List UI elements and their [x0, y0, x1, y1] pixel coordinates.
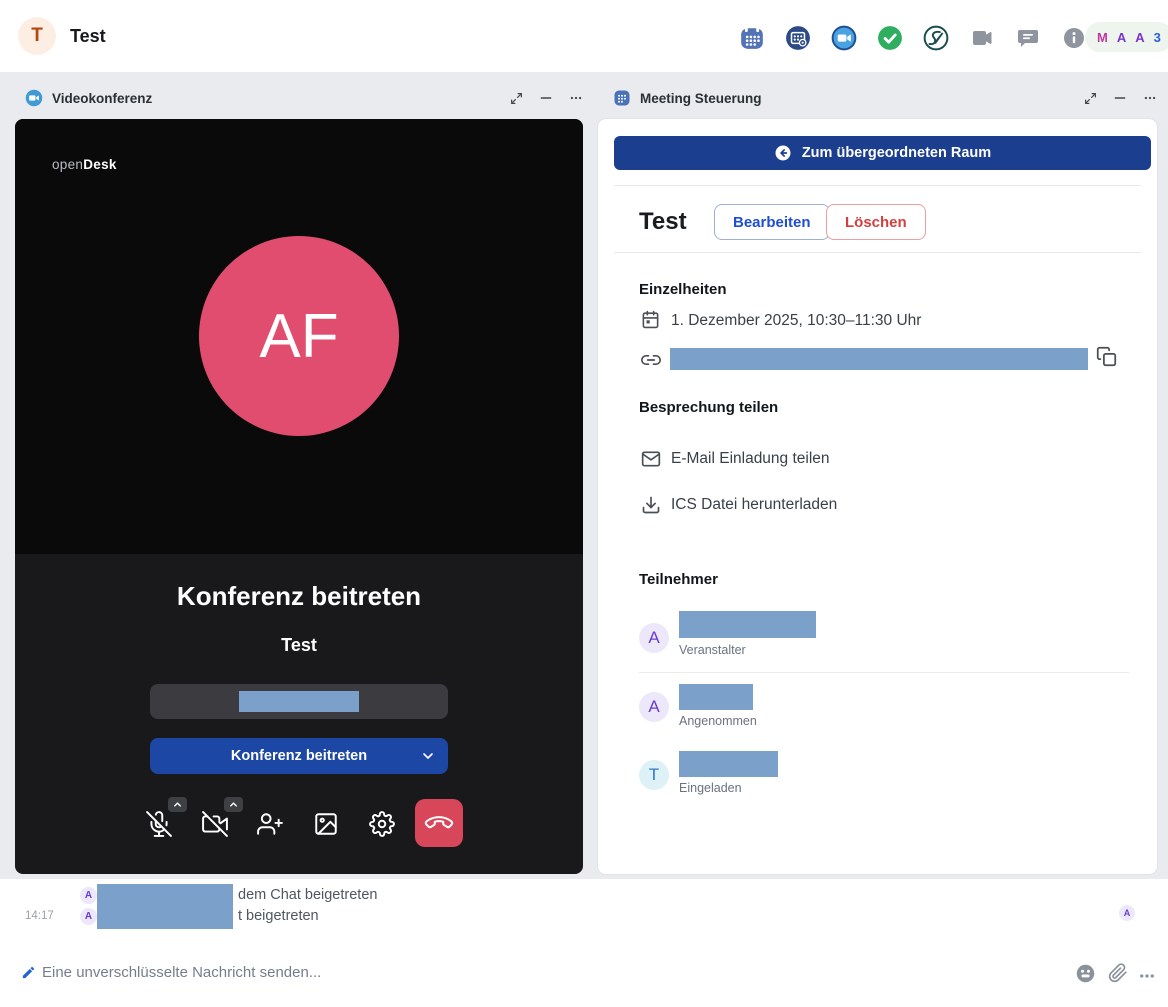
download-ics-link[interactable]: ICS Datei herunterladen	[671, 496, 837, 514]
divider	[639, 672, 1129, 673]
mic-options-chevron[interactable]	[168, 797, 187, 812]
minimize-widget-button[interactable]	[539, 91, 553, 105]
edit-button[interactable]: Bearbeiten	[714, 204, 830, 240]
opendesk-app: T Test	[0, 0, 1168, 1007]
widget-icon-row	[739, 25, 1087, 51]
prejoin-section: Konferenz beitreten Test Konferenz beitr…	[15, 554, 583, 874]
chat-event-text: t beigetreten	[238, 908, 319, 924]
message-composer-input[interactable]	[42, 959, 722, 985]
participant-avatar: A	[639, 692, 669, 722]
member-initial: A	[1135, 30, 1144, 45]
video-call-icon[interactable]	[969, 25, 995, 51]
widget-options-button[interactable]	[569, 91, 583, 105]
event-avatar: A	[80, 887, 97, 904]
divider	[614, 252, 1141, 253]
prejoin-toolbar	[15, 794, 583, 864]
copy-link-button[interactable]	[1096, 346, 1117, 367]
emoji-button[interactable]	[1075, 963, 1096, 984]
parent-room-button[interactable]: Zum übergeordneten Raum	[614, 136, 1151, 170]
share-email-link[interactable]: E-Mail Einladung teilen	[671, 450, 830, 468]
member-count: 3	[1154, 30, 1161, 45]
minimize-widget-button[interactable]	[1113, 91, 1127, 105]
participant-role: Eingeladen	[679, 781, 742, 795]
hangup-button[interactable]	[415, 799, 463, 847]
participant-avatar: A	[639, 623, 669, 653]
meeting-widget-icon[interactable]	[785, 25, 811, 51]
share-heading: Besprechung teilen	[639, 399, 778, 416]
mic-off-button[interactable]	[146, 811, 172, 837]
participant-role: Angenommen	[679, 714, 757, 728]
more-options-button[interactable]	[1138, 967, 1156, 985]
chevron-down-icon	[420, 748, 436, 764]
unencrypted-pencil-icon	[21, 965, 36, 980]
video-panel-header: Videokonferenz	[25, 85, 583, 111]
participant-role: Veranstalter	[679, 643, 746, 657]
member-initial: A	[1117, 30, 1126, 45]
pen-logo-icon[interactable]	[923, 25, 949, 51]
video-conference-widget-icon	[25, 89, 43, 107]
link-icon	[641, 350, 661, 370]
members-pill[interactable]: M A A 3	[1085, 22, 1168, 52]
event-timestamp: 14:17	[25, 910, 54, 922]
divider	[614, 185, 1141, 186]
video-panel-title: Videokonferenz	[52, 91, 152, 106]
check-widget-icon[interactable]	[877, 25, 903, 51]
redacted-participant-name	[679, 611, 816, 638]
join-heading: Konferenz beitreten	[15, 554, 583, 612]
meeting-control-widget: Zum übergeordneten Raum Test Bearbeiten …	[598, 119, 1157, 874]
meeting-date: 1. Dezember 2025, 10:30–11:30 Uhr	[671, 312, 921, 330]
expand-widget-button[interactable]	[510, 92, 523, 105]
background-image-button[interactable]	[313, 811, 339, 837]
download-icon	[641, 495, 661, 515]
info-icon[interactable]	[1061, 25, 1087, 51]
logo-text-open: open	[52, 157, 83, 172]
calendar-widget-icon[interactable]	[739, 25, 765, 51]
participants-heading: Teilnehmer	[639, 571, 718, 588]
parent-room-button-label: Zum übergeordneten Raum	[802, 145, 991, 161]
member-initial: M	[1097, 30, 1108, 45]
redacted-display-name	[239, 691, 359, 712]
settings-button[interactable]	[369, 811, 395, 837]
chat-section: A dem Chat beigetreten 14:17 A t beigetr…	[0, 879, 1168, 1007]
redacted-participant-name	[679, 751, 778, 777]
chat-icon[interactable]	[1015, 25, 1041, 51]
mail-icon	[641, 449, 661, 469]
video-conference-widget: openDesk AF Konferenz beitreten Test Kon…	[15, 119, 583, 874]
event-avatar: A	[80, 908, 97, 925]
expand-widget-button[interactable]	[1084, 92, 1097, 105]
join-room-name: Test	[15, 635, 583, 656]
meeting-panel-title: Meeting Steuerung	[640, 91, 762, 106]
delete-button[interactable]: Löschen	[826, 204, 926, 240]
top-bar: T Test	[0, 0, 1168, 73]
attachment-button[interactable]	[1108, 963, 1128, 983]
participant-avatar: T	[639, 760, 669, 790]
meeting-panel-header: Meeting Steuerung	[613, 85, 1157, 111]
chat-event-text: dem Chat beigetreten	[238, 887, 377, 903]
participant-video-avatar: AF	[199, 236, 399, 436]
camera-options-chevron[interactable]	[224, 797, 243, 812]
camera-off-button[interactable]	[202, 811, 228, 837]
arrow-left-circle-icon	[774, 144, 792, 162]
join-conference-button[interactable]: Konferenz beitreten	[150, 738, 448, 774]
widget-area: Videokonferenz Meeting Steuerung	[0, 73, 1168, 879]
join-button-label: Konferenz beitreten	[231, 748, 367, 764]
redacted-chat-names	[97, 884, 233, 929]
meeting-widget-mini-icon	[613, 89, 631, 107]
redacted-participant-name	[679, 684, 753, 710]
redacted-meeting-link	[670, 348, 1088, 370]
logo-text-desk: Desk	[83, 157, 116, 172]
video-widget-icon[interactable]	[831, 25, 857, 51]
display-name-input[interactable]	[150, 684, 448, 719]
opendesk-logo: openDesk	[52, 157, 117, 172]
meeting-title: Test	[639, 208, 687, 236]
add-person-button[interactable]	[257, 811, 283, 837]
read-receipt-avatar: A	[1119, 905, 1135, 921]
room-avatar[interactable]: T	[18, 17, 56, 55]
widget-options-button[interactable]	[1143, 91, 1157, 105]
details-heading: Einzelheiten	[639, 281, 727, 298]
video-preview: openDesk AF	[15, 119, 583, 554]
room-title: Test	[70, 26, 106, 47]
calendar-icon	[641, 310, 660, 329]
